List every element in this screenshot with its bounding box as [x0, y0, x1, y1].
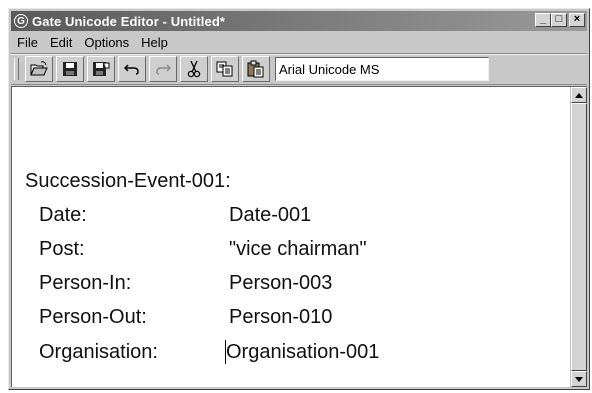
title-bar[interactable]: G Gate Unicode Editor - Untitled* _ □ ×: [11, 11, 587, 31]
arrow-down-icon: [575, 376, 583, 382]
toolbar: [11, 53, 587, 85]
field-key-organisation: Organisation:: [39, 341, 158, 363]
window-title: Gate Unicode Editor - Untitled*: [32, 13, 226, 29]
open-button[interactable]: [25, 56, 53, 82]
menu-edit[interactable]: Edit: [44, 35, 78, 50]
field-value-organisation: Organisation-001: [226, 341, 380, 363]
menu-file[interactable]: File: [11, 35, 44, 50]
copy-button[interactable]: [211, 56, 239, 82]
gate-app-icon: G: [14, 14, 28, 28]
save-button[interactable]: [56, 56, 84, 82]
save-as-button[interactable]: [87, 56, 115, 82]
save-icon: [63, 62, 77, 76]
window-controls: _ □ ×: [535, 13, 585, 27]
open-folder-icon: [30, 61, 48, 76]
field-value-post: "vice chairman": [229, 238, 367, 260]
field-value-person-in: Person-003: [229, 272, 333, 294]
scroll-up-button[interactable]: [571, 87, 587, 103]
maximize-button[interactable]: □: [551, 13, 567, 27]
document-heading: Succession-Event-001:: [25, 170, 231, 192]
arrow-up-icon: [575, 92, 583, 98]
undo-icon: [124, 64, 139, 75]
document-text[interactable]: Succession-Event-001: Date: Date-001 Pos…: [12, 87, 570, 387]
field-value-date: Date-001: [229, 204, 312, 226]
field-key-person-in: Person-In:: [39, 272, 132, 294]
scrollbar-thumb[interactable]: [571, 103, 587, 371]
redo-icon: [156, 64, 171, 75]
undo-button[interactable]: [118, 56, 146, 82]
field-value-person-out: Person-010: [229, 306, 333, 328]
field-key-post: Post:: [39, 238, 85, 260]
redo-button[interactable]: [149, 56, 177, 82]
copy-icon: [216, 61, 233, 77]
field-key-person-out: Person-Out:: [39, 306, 147, 328]
field-key-date: Date:: [39, 204, 87, 226]
scroll-down-button[interactable]: [571, 371, 587, 387]
close-button[interactable]: ×: [569, 13, 585, 27]
vertical-scrollbar[interactable]: [570, 87, 587, 387]
toolbar-grip[interactable]: [14, 58, 19, 80]
save-as-icon: [93, 62, 110, 76]
minimize-button[interactable]: _: [535, 13, 551, 27]
font-name-field[interactable]: [275, 57, 489, 81]
text-editor[interactable]: Succession-Event-001: Date: Date-001 Pos…: [11, 86, 587, 387]
editor-window: G Gate Unicode Editor - Untitled* _ □ × …: [8, 8, 590, 390]
menu-options[interactable]: Options: [78, 35, 135, 50]
paste-icon: [247, 60, 264, 78]
cut-button[interactable]: [180, 56, 208, 82]
menu-bar: File Edit Options Help: [11, 32, 587, 52]
paste-button[interactable]: [242, 56, 270, 82]
cut-icon: [187, 60, 201, 78]
menu-help[interactable]: Help: [135, 35, 174, 50]
